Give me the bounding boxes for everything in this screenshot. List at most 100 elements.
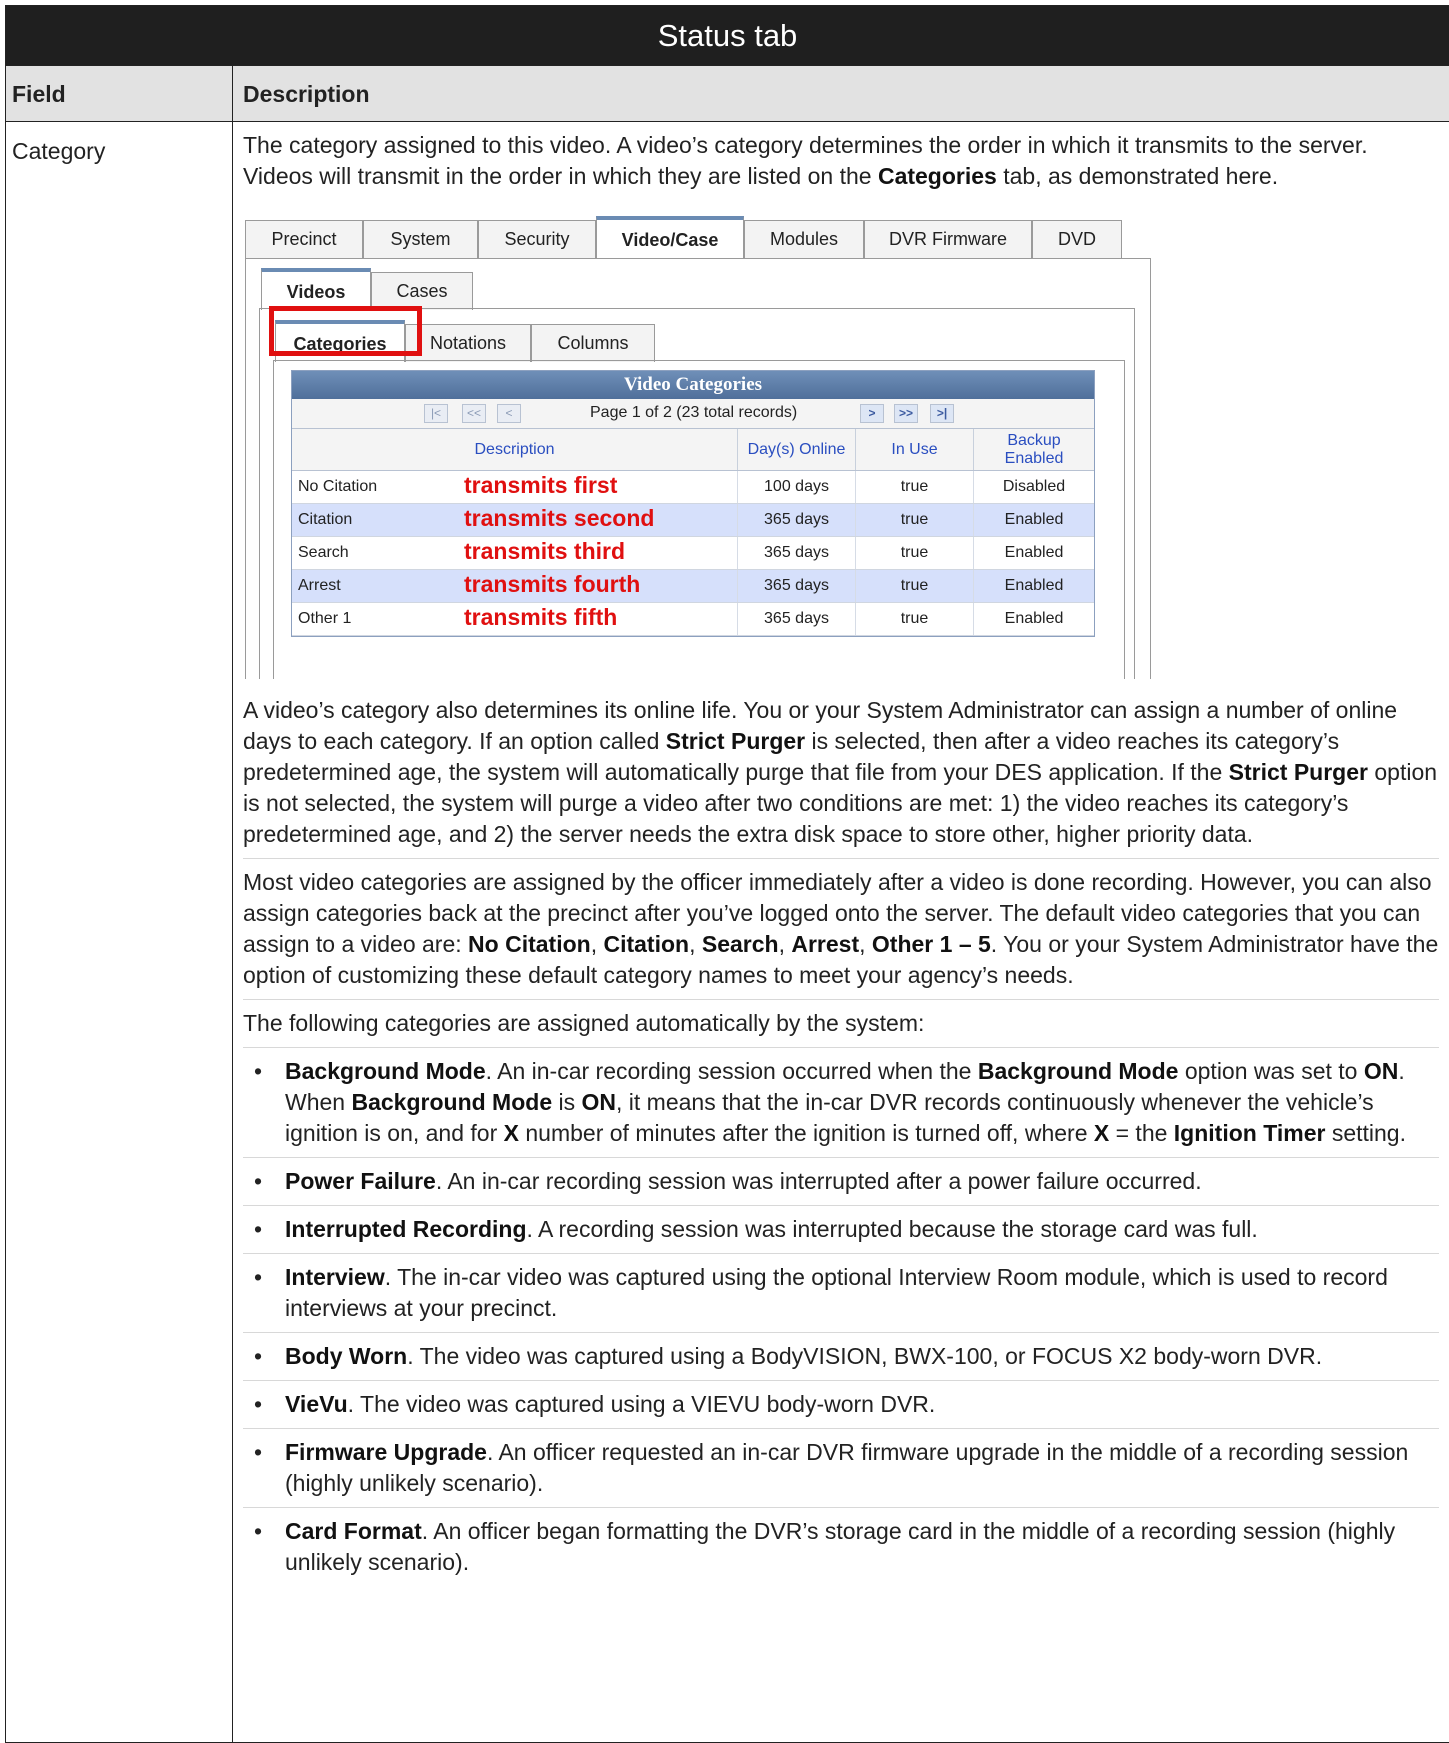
bold-term: X (503, 1120, 519, 1146)
embedded-screenshot: Precinct System Security Video/Case Modu… (245, 204, 1192, 679)
bold-category: Search (701, 931, 779, 957)
row-backup: Enabled (1004, 511, 1064, 528)
bold-term: VieVu (285, 1391, 348, 1417)
transmit-order-note: transmits third (464, 538, 626, 564)
tab-precinct[interactable]: Precinct (245, 220, 363, 258)
row-days-online: 100 days (738, 471, 856, 503)
tab-dvr-firmware[interactable]: DVR Firmware (864, 220, 1032, 258)
list-item: • Body Worn. The video was captured using… (243, 1332, 1439, 1380)
tab-notations[interactable]: Notations (405, 324, 531, 362)
item-text: . The in-car video was captured using th… (285, 1264, 1388, 1321)
col-backup-enabled[interactable]: Backup Enabled (974, 429, 1094, 470)
column-headers: Description Day(s) Online In Use Backup … (292, 429, 1094, 471)
row-days-online: 365 days (738, 537, 856, 569)
tab-columns[interactable]: Columns (531, 324, 655, 362)
row-days-online: 365 days (738, 603, 856, 635)
row-backup: Enabled (1004, 577, 1064, 594)
bold-category: No Citation (468, 931, 591, 957)
field-name: Category (6, 122, 233, 1742)
item-text: = the (1109, 1120, 1174, 1146)
bold-term: ON (1363, 1058, 1399, 1084)
auto-categories-list: • Background Mode. An in-car recording se… (243, 1047, 1439, 1586)
bullet-icon: • (253, 1391, 263, 1417)
auto-categories-intro: The following categories are assigned au… (243, 999, 1439, 1047)
bold-term: Power Failure (285, 1168, 436, 1194)
col-days-online[interactable]: Day(s) Online (738, 429, 856, 470)
item-text: . The video was captured using a BodyVIS… (407, 1343, 1323, 1369)
row-in-use: true (856, 504, 974, 536)
prev-page-button[interactable]: < (497, 404, 521, 423)
bullet-icon: • (253, 1264, 263, 1290)
bold-term: Body Worn (285, 1343, 408, 1369)
intro-text-end: tab, as demonstrated here. (996, 163, 1279, 189)
bold-strict-purger: Strict Purger (665, 728, 806, 754)
video-categories-table: Video Categories |< << < Page 1 of 2 (23… (291, 370, 1095, 637)
separator: , (590, 931, 604, 957)
transmit-order-note: transmits fourth (464, 571, 641, 597)
separator: , (778, 931, 792, 957)
tab-videos[interactable]: Videos (261, 268, 371, 310)
tab-system[interactable]: System (363, 220, 478, 258)
bold-term: Interrupted Recording (285, 1216, 527, 1242)
tab-modules[interactable]: Modules (744, 220, 864, 258)
tab-security[interactable]: Security (478, 220, 596, 258)
table-row[interactable]: Other 1 transmits fifth 365 days true Ena… (292, 603, 1094, 636)
item-text: . An in-car recording session occurred w… (485, 1058, 978, 1084)
row-days-online: 365 days (738, 504, 856, 536)
next-page-button[interactable]: > (860, 404, 884, 423)
transmit-order-note: transmits second (464, 505, 655, 531)
item-text: is (552, 1089, 582, 1115)
tab-cases[interactable]: Cases (371, 272, 473, 310)
col-description[interactable]: Description (292, 429, 738, 470)
bold-term: Background Mode (285, 1058, 486, 1084)
bullet-icon: • (253, 1168, 263, 1194)
item-text: . An officer began formatting the DVR’s … (285, 1518, 1396, 1575)
row-in-use: true (856, 603, 974, 635)
description-cell: The category assigned to this video. A v… (233, 122, 1449, 1742)
bullet-icon: • (253, 1216, 263, 1242)
next-page-set-button[interactable]: >> (894, 404, 918, 423)
header-field: Field (6, 66, 233, 121)
list-item: • Power Failure. An in-car recording sess… (243, 1157, 1439, 1205)
bold-category: Arrest (791, 931, 860, 957)
row-backup: Enabled (1004, 610, 1064, 627)
row-backup: Disabled (1002, 478, 1066, 495)
bold-term: ON (581, 1089, 617, 1115)
item-text: . An in-car recording session was interr… (435, 1168, 1202, 1194)
intro-bold-categories: Categories (877, 163, 997, 189)
bold-term: Background Mode (977, 1058, 1179, 1084)
row-description: Search (298, 544, 349, 561)
bold-term: Firmware Upgrade (285, 1439, 487, 1465)
bullet-icon: • (253, 1518, 263, 1544)
tab-dvd[interactable]: DVD (1032, 220, 1122, 258)
row-in-use: true (856, 471, 974, 503)
pager: |< << < Page 1 of 2 (23 total records) >… (292, 399, 1094, 429)
bold-strict-purger: Strict Purger (1228, 759, 1368, 785)
status-tab-table: Status tab Field Description Category Th… (5, 5, 1449, 1743)
table-row[interactable]: Search transmits third 365 days true Enab… (292, 537, 1094, 570)
transmit-order-note: transmits fifth (464, 604, 618, 630)
col-in-use[interactable]: In Use (856, 429, 974, 470)
item-text: setting. (1325, 1120, 1406, 1146)
row-backup: Enabled (1004, 544, 1064, 561)
list-item: • Card Format. An officer began formattin… (243, 1507, 1439, 1586)
row-description: Arrest (298, 577, 341, 594)
bold-category: Other 1 – 5 (871, 931, 991, 957)
tab-video-case[interactable]: Video/Case (596, 216, 744, 258)
table-row[interactable]: No Citation transmits first 100 days true… (292, 471, 1094, 504)
bullet-icon: • (253, 1439, 263, 1465)
prev-page-set-button[interactable]: << (462, 404, 486, 423)
sub-tab-bar: Videos Cases (261, 268, 473, 310)
table-row-category: Category The category assigned to this v… (6, 122, 1449, 1742)
row-description: Other 1 (298, 610, 352, 627)
table-row[interactable]: Citation transmits second 365 days true E… (292, 504, 1094, 537)
last-page-button[interactable]: >| (930, 404, 954, 423)
first-page-button[interactable]: |< (424, 404, 448, 423)
row-description: No Citation (298, 478, 378, 495)
bullet-icon: • (253, 1343, 263, 1369)
bold-term: X (1093, 1120, 1110, 1146)
intro-paragraph: The category assigned to this video. A v… (243, 122, 1439, 192)
row-in-use: true (856, 570, 974, 602)
table-row[interactable]: Arrest transmits fourth 365 days true Ena… (292, 570, 1094, 603)
list-item: • Interview. The in-car video was capture… (243, 1253, 1439, 1332)
